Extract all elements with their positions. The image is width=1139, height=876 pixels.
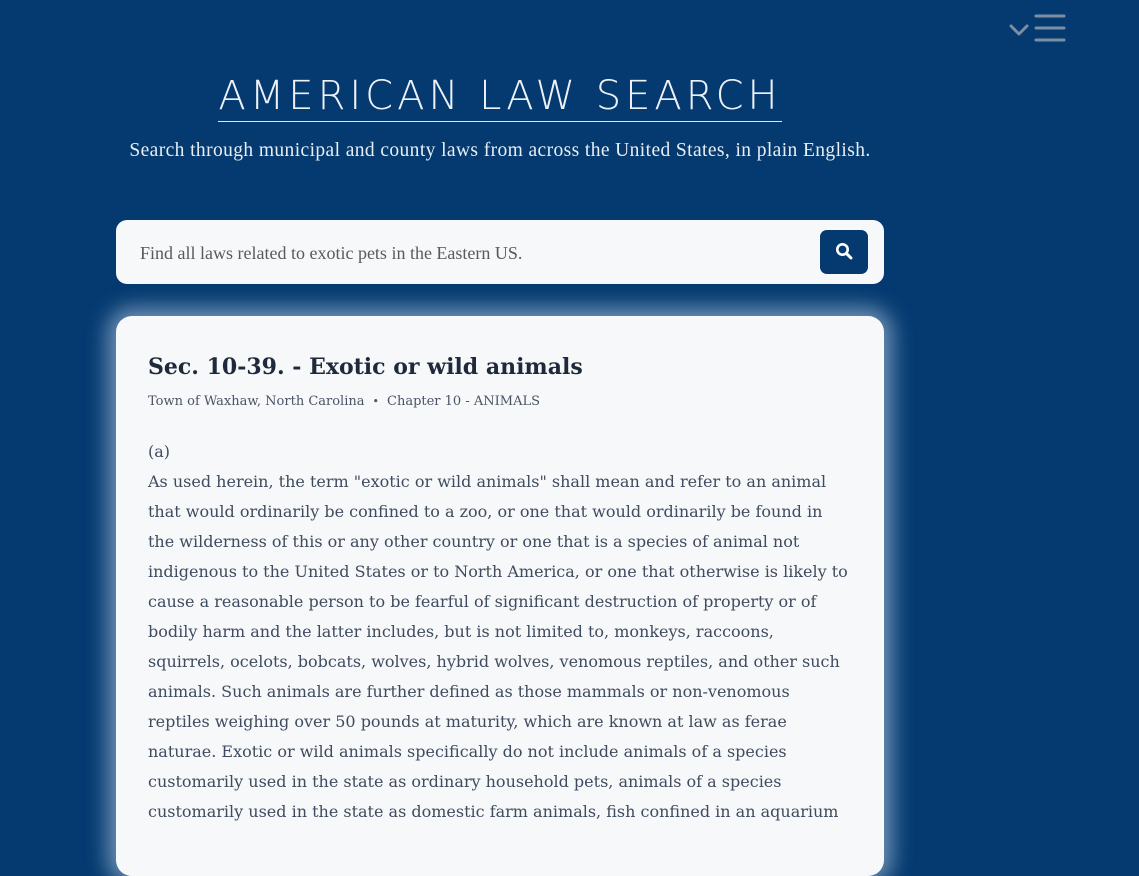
search-bar — [116, 220, 884, 284]
result-title[interactable]: Sec. 10-39. - Exotic or wild animals — [148, 352, 852, 382]
subsection-label: (a) — [148, 442, 171, 461]
site-header: AMERICAN LAW SEARCH Search through munic… — [100, 72, 900, 162]
menu-toggle[interactable] — [1008, 12, 1070, 44]
search-input[interactable] — [138, 234, 802, 272]
site-title[interactable]: AMERICAN LAW SEARCH — [218, 72, 782, 122]
site-tagline: Search through municipal and county laws… — [129, 140, 871, 161]
chevron-down-icon[interactable] — [1008, 22, 1030, 38]
search-icon — [835, 242, 853, 263]
result-jurisdiction: Town of Waxhaw, North Carolina — [148, 394, 365, 409]
result-text: As used herein, the term "exotic or wild… — [148, 472, 848, 821]
hamburger-icon[interactable] — [1034, 13, 1066, 43]
result-card: Sec. 10-39. - Exotic or wild animals Tow… — [116, 316, 884, 876]
result-body: (a) As used herein, the term "exotic or … — [148, 437, 852, 827]
search-button[interactable] — [820, 230, 868, 274]
result-chapter: Chapter 10 - ANIMALS — [387, 394, 540, 409]
meta-separator: • — [372, 395, 380, 408]
result-meta: Town of Waxhaw, North Carolina • Chapter… — [148, 394, 852, 409]
